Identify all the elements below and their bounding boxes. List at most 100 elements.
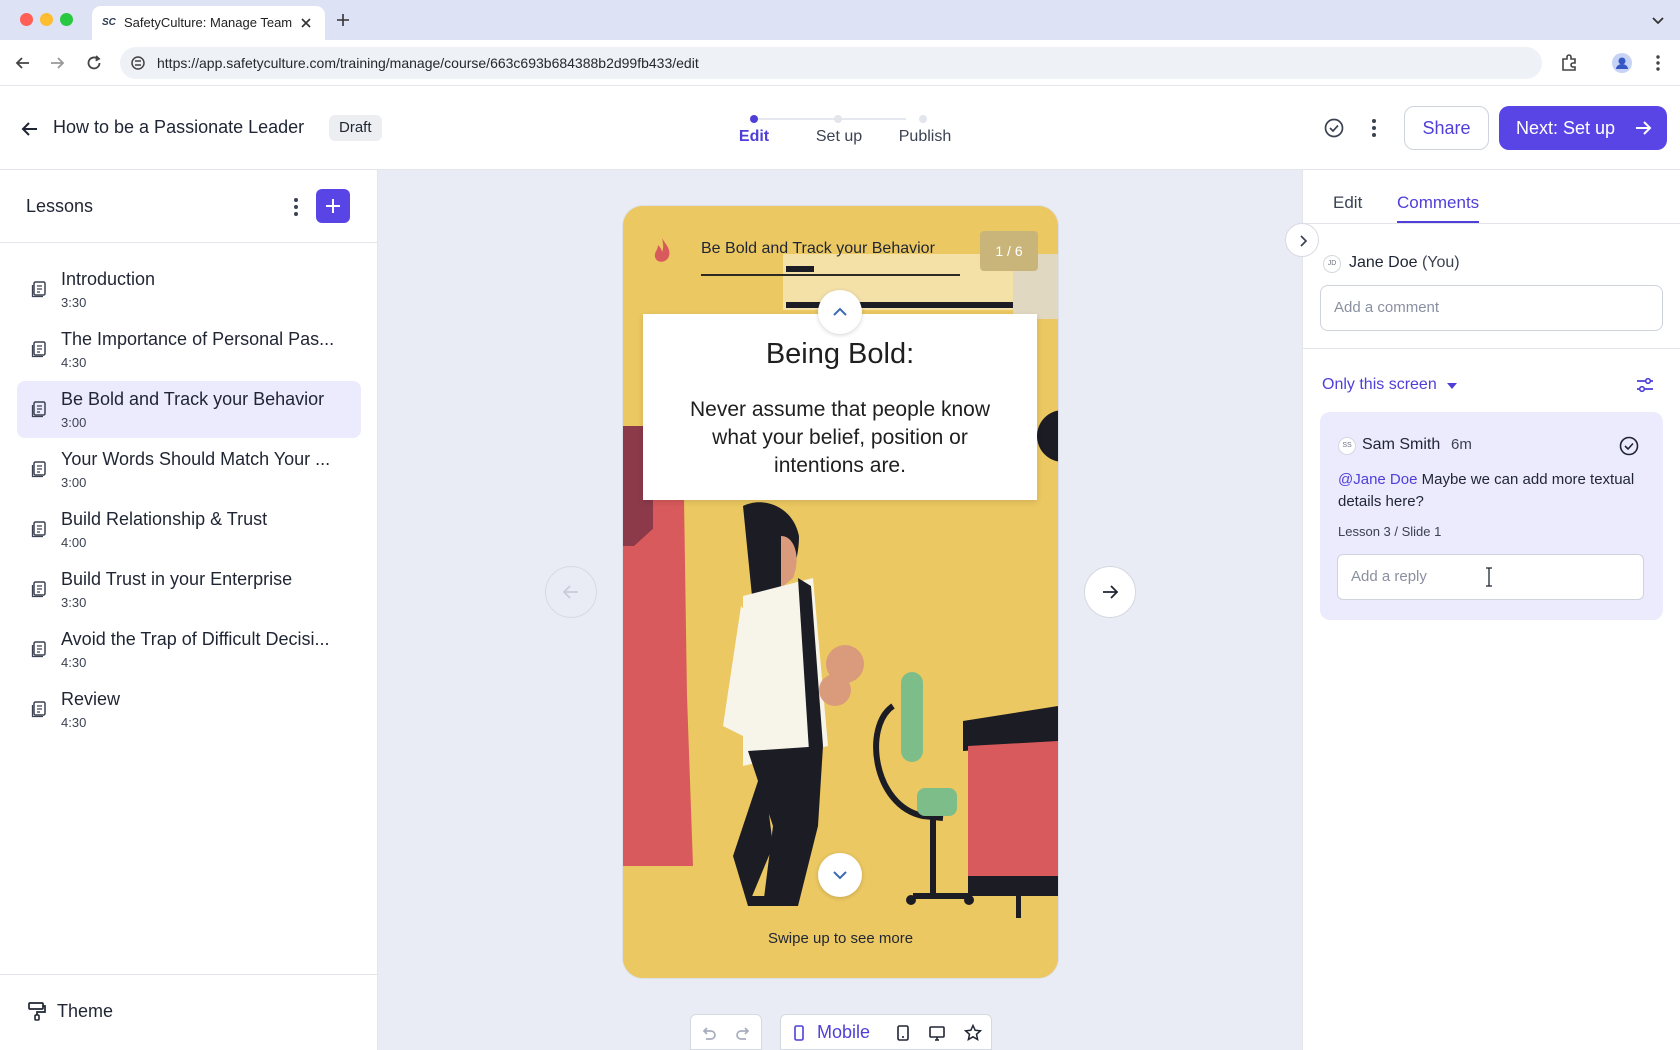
- mobile-preview-button[interactable]: Mobile: [817, 1022, 870, 1043]
- lesson-item[interactable]: Your Words Should Match Your ... 3:00: [17, 441, 361, 498]
- browser-tab-title: SafetyCulture: Manage Teams: [124, 15, 292, 30]
- add-lesson-button[interactable]: [316, 189, 350, 223]
- course-title: How to be a Passionate Leader: [53, 117, 305, 137]
- avatar: JD: [1323, 255, 1341, 273]
- more-vertical-icon[interactable]: [1363, 117, 1385, 139]
- divider: [0, 974, 378, 975]
- theme-button[interactable]: Theme: [57, 1001, 113, 1022]
- url-text: https://app.safetyculture.com/training/m…: [157, 55, 699, 71]
- lesson-item[interactable]: Be Bold and Track your Behavior 3:00: [17, 381, 361, 438]
- slide-header-underline: [701, 274, 960, 276]
- comment-filter-dropdown[interactable]: Only this screen: [1322, 376, 1437, 394]
- chevron-up-icon: [833, 307, 847, 316]
- lesson-page-icon: [31, 700, 49, 718]
- lesson-item[interactable]: Build Relationship & Trust 4:00: [17, 501, 361, 558]
- lesson-page-icon: [31, 520, 49, 538]
- arrow-left-icon: [562, 585, 578, 599]
- lessons-heading: Lessons: [26, 196, 94, 216]
- site-info-icon[interactable]: [130, 55, 146, 71]
- lesson-duration: 3:00: [61, 475, 87, 490]
- divider: [1303, 223, 1680, 224]
- collapse-panel-button[interactable]: [1285, 223, 1319, 257]
- step-setup[interactable]: Set up: [816, 128, 862, 146]
- slide-counter-badge: 1 / 6: [980, 231, 1038, 271]
- chevron-down-icon: [833, 871, 847, 880]
- add-comment-input[interactable]: Add a comment: [1320, 285, 1663, 331]
- browser-forward-icon[interactable]: [46, 52, 68, 74]
- publish-stepper: Edit Set up Publish: [720, 86, 960, 170]
- divider: [1303, 348, 1680, 349]
- slide-heading: Being Bold:: [765, 338, 915, 370]
- tab-edit[interactable]: Edit: [1333, 193, 1362, 213]
- extensions-icon[interactable]: [1558, 52, 1580, 74]
- lesson-duration: 3:00: [61, 415, 87, 430]
- reply-placeholder: Add a reply: [1351, 568, 1427, 585]
- lesson-item[interactable]: Build Trust in your Enterprise 3:30: [17, 561, 361, 618]
- chevron-down-icon[interactable]: [1649, 11, 1667, 29]
- user-mention-link[interactable]: @Jane Doe: [1338, 471, 1417, 488]
- profile-avatar-icon[interactable]: [1611, 52, 1633, 74]
- reload-icon[interactable]: [83, 52, 105, 74]
- flame-icon: [654, 238, 670, 262]
- device-preview-toolbar: Mobile: [780, 1014, 992, 1050]
- browser-tab[interactable]: SC SafetyCulture: Manage Teams: [92, 6, 325, 40]
- step-edit[interactable]: Edit: [739, 128, 769, 146]
- lesson-item[interactable]: The Importance of Personal Pas... 4:30: [17, 321, 361, 378]
- mobile-slide-preview[interactable]: Be Bold and Track your Behavior 1 / 6 Be…: [623, 206, 1058, 978]
- caret-down-icon[interactable]: [1446, 382, 1458, 390]
- desktop-device-icon[interactable]: [927, 1023, 947, 1043]
- new-tab-icon[interactable]: [334, 11, 352, 29]
- lesson-page-icon: [31, 280, 49, 298]
- lesson-title: Your Words Should Match Your ...: [61, 449, 331, 469]
- lesson-title: Review: [61, 689, 121, 709]
- redo-icon[interactable]: [734, 1023, 754, 1043]
- previous-slide-button[interactable]: [545, 566, 597, 618]
- scroll-up-button[interactable]: [818, 290, 862, 334]
- lesson-title: The Importance of Personal Pas...: [61, 329, 335, 349]
- undo-icon[interactable]: [698, 1023, 718, 1043]
- lesson-title: Be Bold and Track your Behavior: [61, 389, 325, 409]
- next-slide-button[interactable]: [1084, 566, 1136, 618]
- plus-icon: [326, 199, 340, 213]
- back-arrow-icon[interactable]: [20, 119, 40, 139]
- window-zoom-button[interactable]: [60, 13, 73, 26]
- step-dot-edit: [750, 115, 758, 123]
- reply-input[interactable]: Add a reply: [1337, 554, 1644, 600]
- tab-close-icon[interactable]: [298, 15, 314, 31]
- step-dot-setup: [834, 115, 842, 123]
- next-setup-button[interactable]: Next: Set up: [1499, 106, 1667, 150]
- more-vertical-icon[interactable]: [285, 196, 307, 218]
- tab-comments[interactable]: Comments: [1397, 193, 1479, 213]
- browser-tab-bar: SC SafetyCulture: Manage Teams: [0, 0, 1680, 40]
- filter-sliders-icon[interactable]: [1635, 375, 1655, 395]
- window-close-button[interactable]: [20, 13, 33, 26]
- slide-body-text: Never assume that people know what your …: [690, 398, 990, 477]
- browser-menu-icon[interactable]: [1647, 52, 1669, 74]
- step-publish[interactable]: Publish: [899, 128, 951, 146]
- safetyculture-favicon-icon: SC: [102, 17, 116, 28]
- browser-toolbar: https://app.safetyculture.com/training/m…: [0, 40, 1680, 86]
- share-button[interactable]: Share: [1404, 106, 1489, 150]
- current-user-label: Jane Doe: [1349, 254, 1418, 271]
- lesson-duration: 4:30: [61, 715, 87, 730]
- chevron-right-icon: [1300, 235, 1308, 247]
- lesson-page-icon: [31, 580, 49, 598]
- browser-back-icon[interactable]: [12, 52, 34, 74]
- lesson-item[interactable]: Introduction 3:30: [17, 261, 361, 318]
- star-icon[interactable]: [963, 1023, 983, 1043]
- address-bar[interactable]: https://app.safetyculture.com/training/m…: [120, 47, 1542, 79]
- window-minimize-button[interactable]: [40, 13, 53, 26]
- lessons-sidebar: Lessons Introduction 3:30 The Importance o…: [0, 170, 378, 1050]
- paint-roller-icon[interactable]: [26, 1000, 48, 1022]
- lesson-page-icon: [31, 640, 49, 658]
- resolve-comment-icon[interactable]: [1618, 435, 1640, 457]
- lesson-item[interactable]: Review 4:30: [17, 681, 361, 738]
- check-circle-icon[interactable]: [1323, 117, 1345, 139]
- scroll-down-button[interactable]: [818, 853, 862, 897]
- comment-body: @Jane Doe Maybe we can add more textual …: [1338, 469, 1638, 513]
- lesson-item[interactable]: Avoid the Trap of Difficult Decisi... 4:3…: [17, 621, 361, 678]
- slide-content-card[interactable]: Being Bold: Never assume that people kno…: [643, 314, 1037, 500]
- tablet-device-icon[interactable]: [893, 1023, 913, 1043]
- lesson-title: Introduction: [61, 269, 156, 289]
- arrow-right-icon: [1103, 585, 1119, 599]
